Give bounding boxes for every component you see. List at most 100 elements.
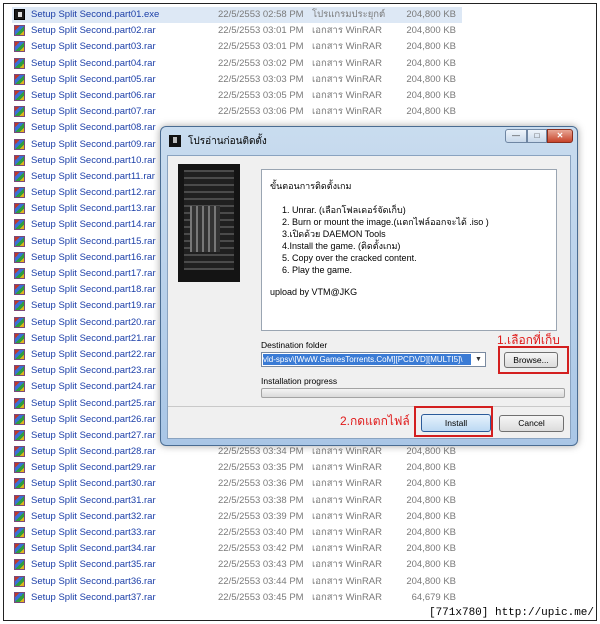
instruction-step: 2. Burn or mount the image.(แตกไฟล์ออกจะ… (282, 217, 489, 227)
winrar-icon (14, 429, 25, 441)
file-name: Setup Split Second.part34.rar (31, 543, 156, 555)
file-date: 22/5/2553 03:02 PM (218, 57, 304, 69)
file-name: Setup Split Second.part08.rar (31, 122, 156, 134)
instruction-step: 1. Unrar. (เลือกโฟลเดอร์จัดเก็บ) (282, 205, 406, 215)
winrar-icon (14, 219, 25, 231)
file-row[interactable]: Setup Split Second.part34.rar 22/5/2553 0… (12, 541, 462, 557)
file-name: Setup Split Second.part10.rar (31, 154, 156, 166)
file-date: 22/5/2553 03:01 PM (218, 25, 304, 37)
file-row[interactable]: Setup Split Second.part04.rar 22/5/2553 0… (12, 56, 462, 72)
file-size: 204,800 KB (406, 446, 456, 458)
winrar-icon (14, 251, 25, 263)
winrar-icon (14, 106, 25, 118)
file-name: Setup Split Second.part25.rar (31, 397, 156, 409)
file-size: 204,800 KB (406, 9, 456, 20)
cancel-button[interactable]: Cancel (499, 415, 564, 432)
file-row[interactable]: Setup Split Second.part06.rar 22/5/2553 0… (12, 88, 462, 104)
file-size: 204,800 KB (406, 73, 456, 85)
file-name: Setup Split Second.part35.rar (31, 559, 156, 571)
file-date: 22/5/2553 03:43 PM (218, 559, 304, 571)
file-row[interactable]: Setup Split Second.part31.rar 22/5/2553 0… (12, 493, 462, 509)
file-name: Setup Split Second.part18.rar (31, 284, 156, 296)
file-date: 22/5/2553 03:36 PM (218, 478, 304, 490)
file-name: Setup Split Second.part04.rar (31, 57, 156, 69)
instruction-step: 6. Play the game. (282, 265, 353, 275)
file-date: 22/5/2553 03:05 PM (218, 89, 304, 101)
file-date: 22/5/2553 03:06 PM (218, 106, 304, 118)
file-row[interactable]: Setup Split Second.part36.rar 22/5/2553 0… (12, 574, 462, 590)
file-name: Setup Split Second.part14.rar (31, 219, 156, 231)
winrar-icon (14, 73, 25, 85)
file-row[interactable]: Setup Split Second.part32.rar 22/5/2553 0… (12, 509, 462, 525)
file-row[interactable]: Setup Split Second.part03.rar 22/5/2553 0… (12, 39, 462, 55)
progress-label: Installation progress (261, 376, 338, 386)
file-row[interactable]: Setup Split Second.part28.rar 22/5/2553 0… (12, 444, 462, 460)
file-size: 204,800 KB (406, 462, 456, 474)
file-size: 204,800 KB (406, 25, 456, 37)
file-name: Setup Split Second.part23.rar (31, 365, 156, 377)
winrar-icon (14, 187, 25, 199)
file-row[interactable]: Setup Split Second.part37.rar 22/5/2553 0… (12, 590, 462, 606)
winrar-icon (14, 268, 25, 279)
file-size: 204,800 KB (406, 478, 456, 490)
file-date: 22/5/2553 03:34 PM (218, 446, 304, 458)
file-name: Setup Split Second.part33.rar (31, 527, 156, 538)
file-name: Setup Split Second.part20.rar (31, 316, 156, 328)
file-size: 204,800 KB (406, 494, 456, 506)
close-button[interactable]: ✕ (547, 129, 573, 143)
dialog-title: โปรอ่านก่อนติดตั้ง (188, 136, 267, 147)
file-name: Setup Split Second.part13.rar (31, 203, 156, 215)
file-size: 204,800 KB (406, 559, 456, 571)
file-name: Setup Split Second.part07.rar (31, 106, 156, 118)
instruction-step: 4.Install the game. (ติดตั้งเกม) (282, 241, 401, 251)
file-row[interactable]: Setup Split Second.part33.rar 22/5/2553 0… (12, 525, 462, 541)
winrar-icon (14, 316, 25, 328)
file-row[interactable]: Setup Split Second.part05.rar 22/5/2553 0… (12, 72, 462, 88)
file-size: 204,800 KB (406, 575, 456, 587)
file-row[interactable]: Setup Split Second.part07.rar 22/5/2553 0… (12, 104, 462, 120)
file-row[interactable]: Setup Split Second.part35.rar 22/5/2553 0… (12, 557, 462, 573)
file-row[interactable]: Setup Split Second.part01.exe 22/5/2553 0… (12, 7, 462, 24)
winrar-icon (14, 510, 25, 522)
destination-label: Destination folder (261, 340, 328, 350)
destination-value: \[MULTI5][PCDVD][WwW.GamesTorrents.CoM]\… (263, 354, 471, 365)
file-date: 22/5/2553 03:01 PM (218, 41, 304, 53)
destination-field[interactable]: \[MULTI5][PCDVD][WwW.GamesTorrents.CoM]\… (261, 352, 486, 367)
game-banner-image (178, 164, 240, 282)
winrar-icon (14, 381, 25, 393)
installation-progress-bar (261, 388, 565, 398)
watermark: [771x780] http://upic.me/ (428, 607, 594, 619)
winrar-icon (14, 478, 25, 490)
winrar-icon (14, 284, 25, 296)
winrar-icon (14, 138, 25, 150)
winrar-icon (14, 89, 25, 101)
app-icon (169, 135, 181, 147)
file-name: Setup Split Second.part22.rar (31, 348, 156, 360)
file-name: Setup Split Second.part27.rar (31, 429, 156, 441)
file-size: 204,800 KB (406, 106, 456, 118)
install-instructions: ขั้นตอนการติดตั้งเกม 1. Unrar. (เลือกโฟล… (261, 169, 557, 331)
winrar-icon (14, 332, 25, 344)
winrar-icon (14, 25, 25, 37)
chevron-down-icon[interactable]: ▼ (472, 353, 485, 366)
winrar-icon (14, 446, 25, 458)
winrar-icon (14, 170, 25, 182)
file-row[interactable]: Setup Split Second.part29.rar 22/5/2553 0… (12, 460, 462, 476)
file-row[interactable]: Setup Split Second.part02.rar 22/5/2553 0… (12, 23, 462, 39)
file-name: Setup Split Second.part12.rar (31, 187, 156, 199)
file-name: Setup Split Second.part32.rar (31, 510, 156, 522)
install-highlight-box (414, 406, 493, 437)
file-name: Setup Split Second.part05.rar (31, 73, 156, 85)
file-name: Setup Split Second.part30.rar (31, 478, 156, 490)
file-name: Setup Split Second.part21.rar (31, 332, 156, 344)
annotation-install: 2.กดแตกไฟล์ (340, 414, 410, 428)
file-row[interactable]: Setup Split Second.part30.rar 22/5/2553 0… (12, 476, 462, 492)
file-date: 22/5/2553 03:03 PM (218, 73, 304, 85)
file-name: Setup Split Second.part31.rar (31, 494, 156, 506)
maximize-button[interactable]: □ (527, 129, 547, 143)
instruction-step: 5. Copy over the cracked content. (282, 253, 417, 263)
minimize-button[interactable]: — (505, 129, 527, 143)
browse-highlight-box (498, 346, 569, 374)
file-size: 204,800 KB (406, 527, 456, 538)
annotation-browse: 1.เลือกที่เก็บ (497, 333, 560, 347)
